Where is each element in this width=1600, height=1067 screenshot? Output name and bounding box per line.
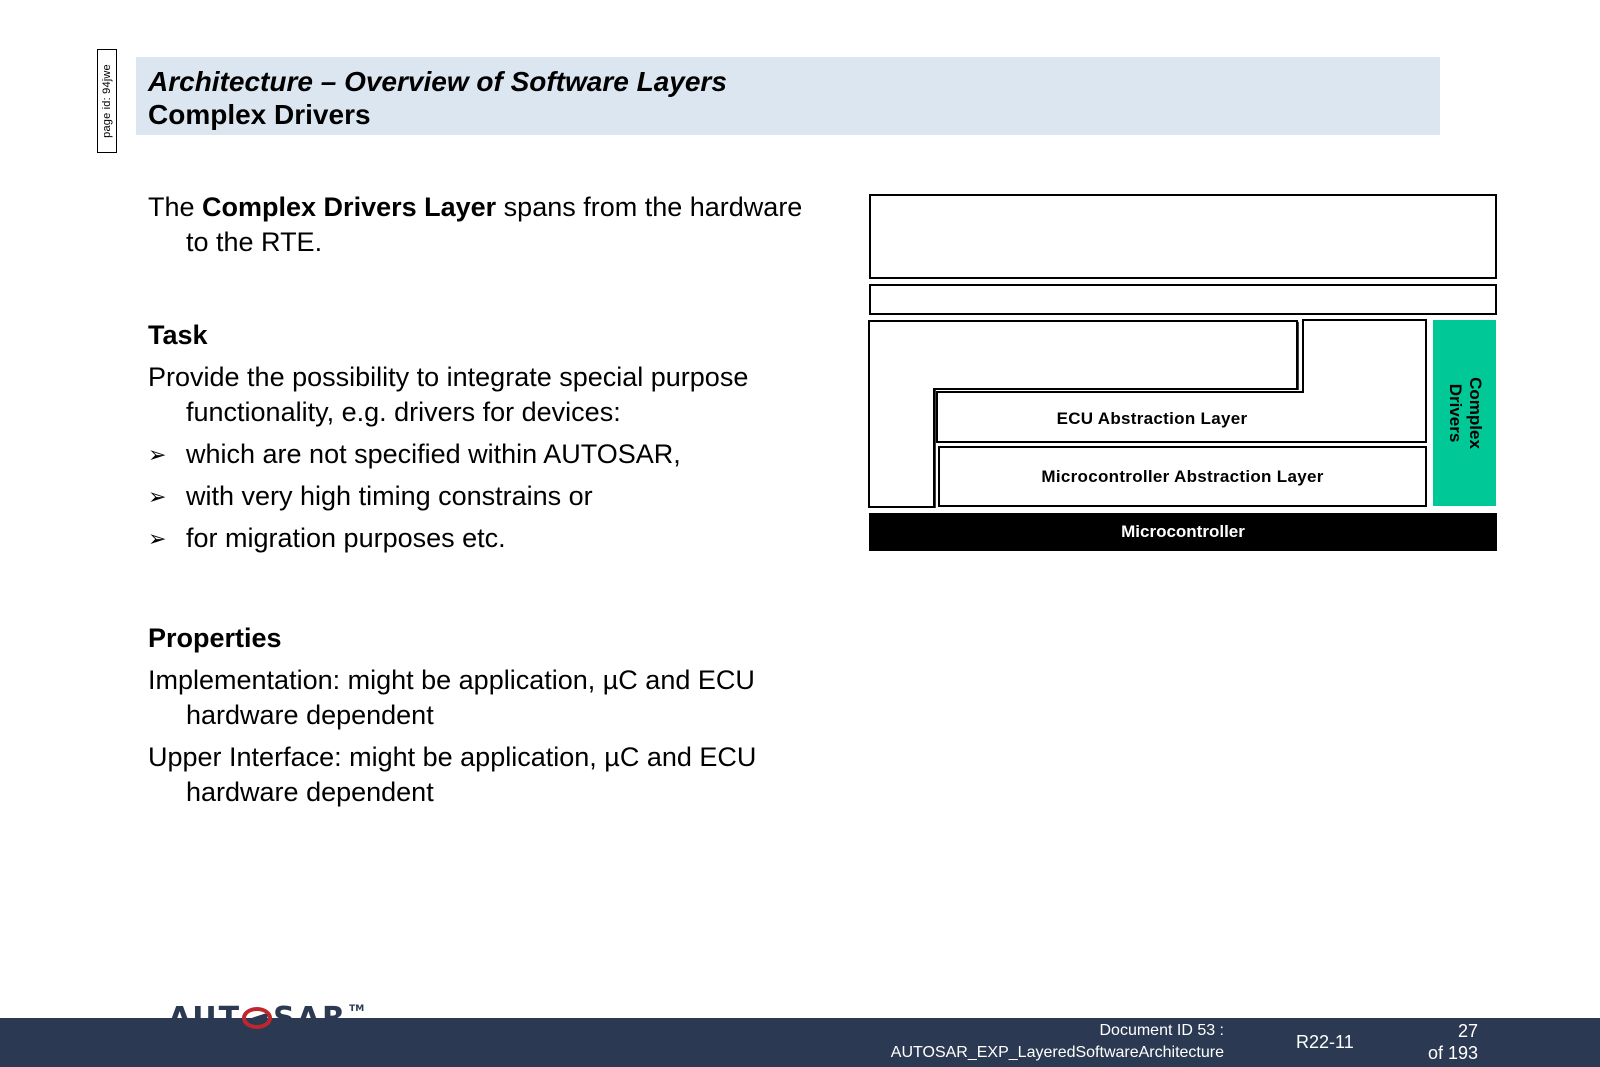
ecu-abstraction-label: ECU Abstraction Layer — [1056, 409, 1248, 428]
mcal-box — [938, 446, 1427, 507]
complex-drivers-label: Complex Drivers — [1445, 377, 1485, 449]
property-upper-interface: Upper Interface: might be application, µ… — [148, 742, 757, 807]
property-implementation: Implementation: might be application, µC… — [148, 665, 755, 730]
page-total: of 193 — [1427, 1043, 1478, 1063]
intro-paragraph: The Complex Drivers Layer spans from the… — [148, 190, 828, 260]
slide-title: Architecture – Overview of Software Laye… — [148, 66, 727, 97]
bullet-text: which are not specified within AUTOSAR, — [186, 439, 681, 469]
slide-subtitle: Complex Drivers — [148, 99, 371, 130]
page-id-label: page id: 94jwe — [97, 49, 117, 153]
arrow-bullet-icon: ➢ — [148, 526, 167, 551]
page-counter: 27 of 193 — [1428, 1020, 1478, 1064]
document-id-line2: AUTOSAR_EXP_LayeredSoftwareArchitecture — [890, 1044, 1224, 1061]
application-layer-box — [869, 194, 1497, 279]
autosar-logo: AUT SAR TM — [168, 1000, 365, 1036]
intro-pre: The — [148, 192, 203, 222]
bullet-item: ➢ with very high timing constrains or — [148, 479, 828, 514]
document-id: Document ID 53 : AUTOSAR_EXP_LayeredSoft… — [891, 1020, 1224, 1064]
microcontroller-bar: Microcontroller — [869, 513, 1497, 551]
rte-box — [869, 284, 1497, 315]
complex-drivers-box: Complex Drivers — [1433, 320, 1496, 506]
logo-o-icon — [242, 1007, 273, 1029]
release-version: R22-11 — [1296, 1032, 1354, 1052]
slide-header: Architecture – Overview of Software Laye… — [136, 57, 1440, 135]
bullet-text: for migration purposes etc. — [186, 523, 506, 553]
slide-body: The Complex Drivers Layer spans from the… — [148, 190, 828, 810]
arrow-bullet-icon: ➢ — [148, 484, 167, 509]
mcal-label: Microcontroller Abstraction Layer — [1041, 466, 1324, 486]
bullet-text: with very high timing constrains or — [186, 481, 593, 511]
task-text: Provide the possibility to integrate spe… — [148, 362, 749, 427]
properties-heading: Properties — [148, 623, 282, 653]
task-heading: Task — [148, 320, 208, 350]
page-id-text: page id: 94jwe — [101, 64, 113, 138]
document-id-line1: Document ID 53 : — [1099, 1022, 1225, 1039]
page-number: 27 — [1457, 1021, 1478, 1041]
arrow-bullet-icon: ➢ — [148, 442, 167, 467]
bullet-item: ➢ for migration purposes etc. — [148, 521, 828, 556]
bullet-item: ➢ which are not specified within AUTOSAR, — [148, 437, 828, 472]
intro-bold: Complex Drivers Layer — [202, 192, 497, 222]
